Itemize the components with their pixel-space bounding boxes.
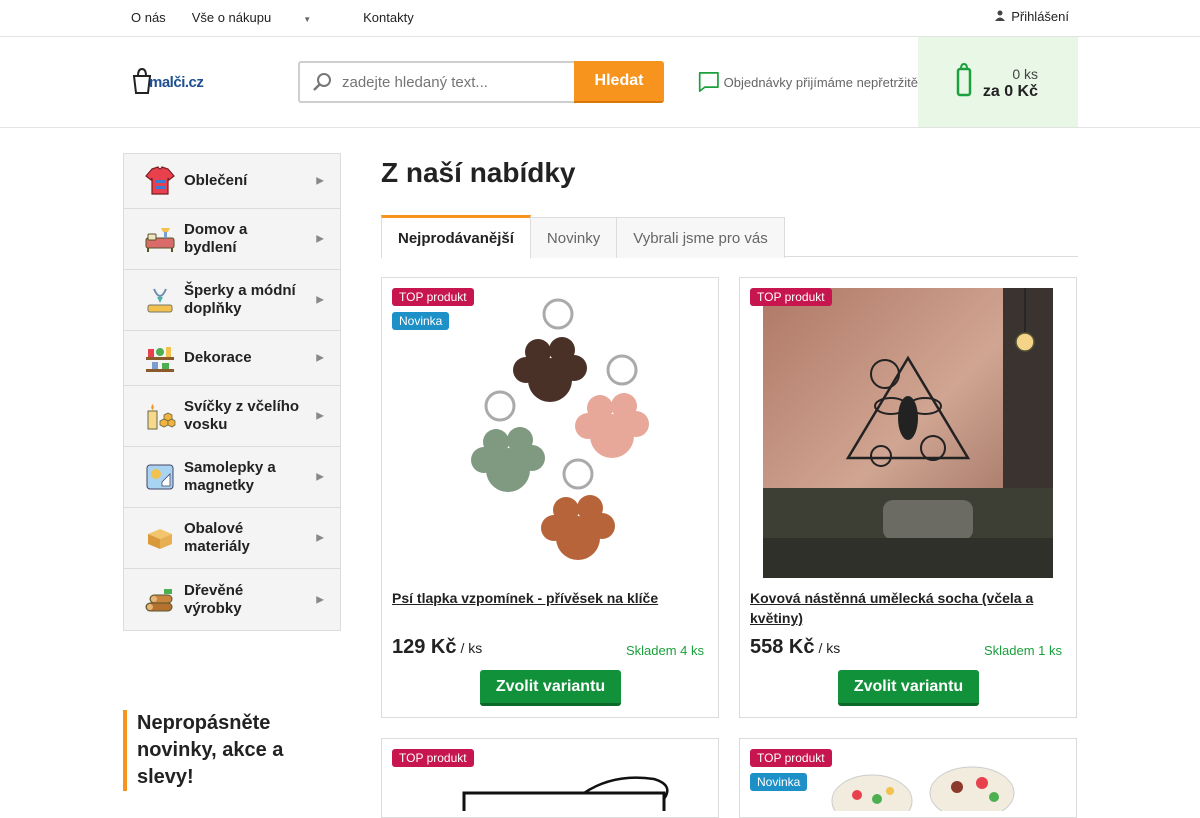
- page-title: Z naší nabídky: [381, 157, 576, 188]
- badge-top-product: TOP produkt: [750, 288, 832, 306]
- product-card: TOP produkt: [381, 738, 719, 818]
- category-sidebar: Oblečení ▶ Domov a bydlení ▶ Šperky a mó…: [123, 153, 341, 631]
- search-input[interactable]: [342, 73, 562, 91]
- sidebar-item-stickers[interactable]: Samolepky a magnetky ▶: [124, 447, 340, 508]
- cart-count: 0 ks: [1012, 66, 1038, 82]
- sidebar-item-candles[interactable]: Svíčky z včelího vosku ▶: [124, 386, 340, 447]
- order-info: Objednávky přijímáme nepřetržitě: [698, 63, 918, 101]
- sidebar-item-packaging[interactable]: Obalové materiály ▶: [124, 508, 340, 569]
- tab-bestsellers[interactable]: Nejprodávanější: [381, 215, 531, 258]
- tab-picked-for-you[interactable]: Vybrali jsme pro vás: [616, 217, 785, 258]
- sidebar-item-label: Dřevěné výrobky: [184, 581, 244, 617]
- sidebar-item-label: Šperky a módní doplňky: [184, 282, 296, 317]
- badge-top-product: TOP produkt: [392, 749, 474, 767]
- nav-about[interactable]: O nás: [131, 10, 166, 25]
- wood-icon: [145, 588, 173, 611]
- chevron-right-icon: ▶: [316, 352, 324, 364]
- product-name-link[interactable]: Kovová nástěnná umělecká socha (včela a …: [750, 588, 1068, 628]
- choose-variant-button[interactable]: Zvolit variantu: [838, 670, 979, 706]
- login-label: Přihlášení: [1011, 9, 1069, 24]
- cart-icon: [956, 62, 972, 106]
- logo-text: malči.cz: [149, 74, 204, 91]
- sidebar-item-label: Samolepky a magnetky: [184, 459, 276, 494]
- chat-icon: [698, 72, 719, 92]
- chevron-right-icon: ▶: [316, 294, 324, 306]
- tab-new[interactable]: Novinky: [529, 217, 618, 258]
- product-card: TOP produkt Novinka Psí tlapka vzpomínek…: [381, 277, 719, 718]
- chevron-right-icon: ▶: [316, 471, 324, 483]
- badge-top-product: TOP produkt: [750, 749, 832, 767]
- cart[interactable]: 0 ks za 0 Kč: [918, 37, 1078, 127]
- sidebar-item-label: Oblečení: [184, 172, 248, 189]
- chevron-right-icon: ▶: [316, 410, 324, 422]
- top-bar: O nás Vše o nákupu ▼ Kontakty Přihlášení: [0, 0, 1200, 37]
- chevron-right-icon: ▶: [316, 594, 324, 605]
- decoration-icon: [146, 347, 174, 372]
- stock-status: Skladem 4 ks: [625, 643, 704, 658]
- sidebar-item-wood[interactable]: Dřevěné výrobky ▶: [124, 569, 340, 630]
- badge-new: Novinka: [392, 312, 450, 330]
- logo[interactable]: malči.cz: [131, 65, 211, 95]
- cart-total: za 0 Kč: [982, 83, 1038, 100]
- product-price: 129 Kč / ks: [392, 636, 482, 659]
- nav-contacts[interactable]: Kontakty: [363, 10, 414, 25]
- product-tabs: Nejprodávanější Novinky Vybrali jsme pro…: [381, 215, 1078, 258]
- top-nav: O nás Vše o nákupu ▼ Kontakty: [131, 10, 440, 25]
- chevron-right-icon: ▶: [316, 233, 324, 245]
- search-bar: Hledat: [298, 61, 664, 103]
- clothing-icon: [145, 166, 175, 195]
- sidebar-item-label: Svíčky z včelího vosku: [184, 398, 300, 433]
- chevron-right-icon: ▶: [316, 532, 324, 544]
- badge-top-product: TOP produkt: [392, 288, 474, 306]
- choose-variant-button[interactable]: Zvolit variantu: [480, 670, 621, 706]
- product-card: TOP produkt Kovová nástěnná umělecká soc…: [739, 277, 1077, 718]
- product-card: TOP produkt Novinka: [739, 738, 1077, 818]
- sidebar-item-home[interactable]: Domov a bydlení ▶: [124, 209, 340, 270]
- box-icon: [148, 529, 172, 549]
- product-image[interactable]: [763, 288, 1053, 578]
- chevron-right-icon: ▶: [316, 175, 324, 187]
- user-icon: [995, 10, 1006, 24]
- nav-shopping-info[interactable]: Vše o nákupu ▼: [192, 10, 337, 25]
- product-name-link[interactable]: Psí tlapka vzpomínek - přívěsek na klíče: [392, 588, 710, 608]
- candle-icon: [147, 404, 176, 430]
- search-field: [298, 61, 574, 103]
- sidebar-item-label: Dekorace: [184, 349, 252, 366]
- nav-shopping-info-label: Vše o nákupu: [191, 10, 272, 25]
- price-value: 558 Kč: [750, 636, 815, 658]
- login-link[interactable]: Přihlášení: [995, 9, 1069, 24]
- order-info-text: Objednávky přijímáme nepřetržitě: [723, 74, 918, 90]
- sidebar-item-jewelry[interactable]: Šperky a módní doplňky ▶: [124, 270, 340, 331]
- sidebar-item-label: Obalové materiály: [184, 520, 250, 555]
- price-value: 129 Kč: [392, 636, 457, 658]
- product-price: 558 Kč / ks: [750, 636, 840, 659]
- jewelry-icon: [147, 288, 173, 313]
- price-unit: / ks: [460, 640, 483, 656]
- sidebar-item-clothing[interactable]: Oblečení ▶: [124, 154, 340, 209]
- home-icon: [145, 228, 175, 252]
- sticker-icon: [146, 464, 174, 490]
- price-unit: / ks: [818, 640, 841, 656]
- sidebar-item-label: Domov a bydlení: [184, 221, 248, 256]
- search-icon: [313, 73, 331, 91]
- header: malči.cz Hledat Objednávky přijímáme nep…: [0, 37, 1200, 128]
- sidebar-item-decoration[interactable]: Dekorace ▶: [124, 331, 340, 386]
- search-button[interactable]: Hledat: [574, 61, 664, 103]
- product-image[interactable]: [404, 288, 694, 578]
- stock-status: Skladem 1 ks: [983, 643, 1062, 658]
- badge-new: Novinka: [750, 773, 808, 791]
- chevron-down-icon: ▼: [303, 15, 312, 24]
- newsletter-heading: Nepropásněte novinky, akce a slevy!: [123, 710, 323, 791]
